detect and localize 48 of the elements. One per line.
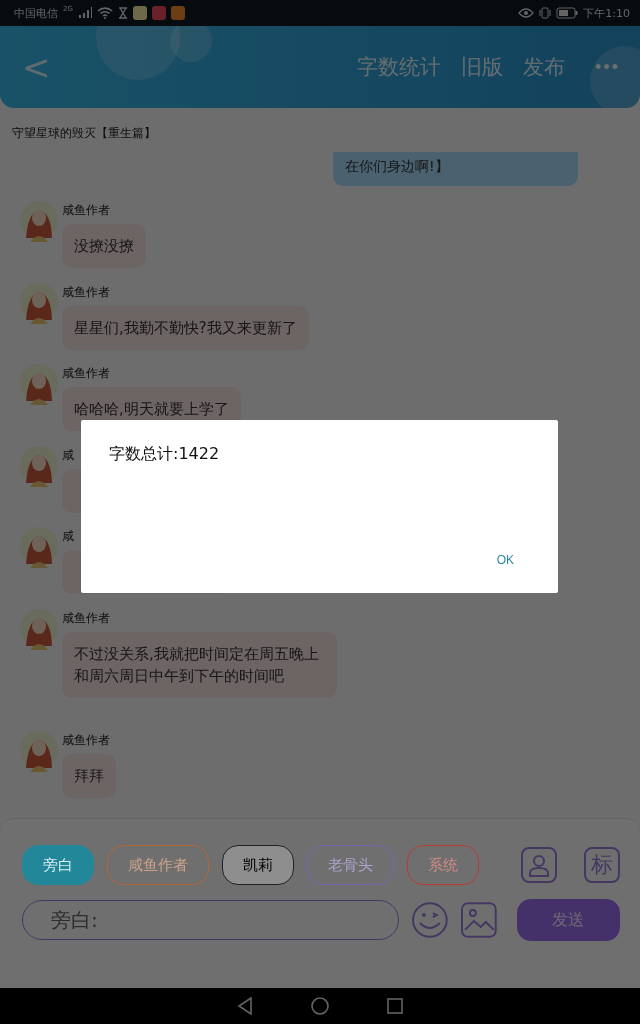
message-input[interactable]: 旁白: [22, 900, 400, 940]
sender-name: 咸鱼作者 [62, 202, 110, 219]
ok-button[interactable]: OK [494, 551, 516, 569]
header-action[interactable]: 字数统计 [357, 53, 442, 81]
emoji-icon[interactable] [411, 901, 450, 939]
role-chip[interactable]: 凯莉 [222, 845, 294, 885]
sender-name: 咸鱼作者 [62, 731, 110, 749]
image-icon[interactable] [461, 902, 497, 938]
sender-name: 咸 [62, 446, 74, 464]
avatar [20, 524, 58, 568]
role-chip[interactable]: 老骨头 [307, 845, 394, 885]
home-icon[interactable] [311, 997, 329, 1015]
message-bubble: 拜拜 [62, 753, 116, 798]
role-chip[interactable]: 咸鱼作者 [107, 845, 209, 885]
hourglass-icon [117, 7, 128, 19]
vibrate-icon [539, 7, 552, 19]
back-button[interactable]: < [22, 47, 51, 87]
dialog-message: 字数总计:1422 [109, 444, 221, 465]
role-chip[interactable]: 系统 [407, 845, 479, 885]
clock: 下午1:10 [583, 5, 630, 21]
story-title: 守望星球的毁灭【重生篇】 [11, 125, 157, 142]
role-chip[interactable]: 旁白 [22, 845, 94, 885]
sender-name: 咸鱼作者 [62, 609, 110, 627]
eye-icon [518, 8, 535, 18]
recents-icon[interactable] [387, 998, 403, 1014]
carrier-name: 中国电信 [14, 5, 58, 21]
signal-icon [77, 7, 92, 19]
sender-name: 咸鱼作者 [62, 283, 110, 301]
avatar [20, 198, 58, 242]
message-bubble: 不过没关系,我就把时间定在周五晚上和周六周日中午到下午的时间吧 [62, 631, 337, 698]
battery-icon [556, 7, 579, 19]
header-action[interactable]: 旧版 [461, 53, 504, 81]
sender-name: 咸鱼作者 [62, 365, 110, 382]
app-icon [151, 6, 166, 20]
message-bubble: 在你们身边啊!】 [333, 152, 578, 186]
message-bubble: 没撩没撩 [62, 224, 146, 268]
person-icon [528, 853, 550, 877]
person-button[interactable] [521, 847, 557, 883]
sender-name: 咸 [62, 528, 74, 545]
avatar [20, 361, 58, 405]
back-icon[interactable] [237, 997, 253, 1015]
wifi-icon [96, 7, 113, 19]
mark-button[interactable]: 标 [584, 847, 620, 883]
more-button[interactable]: ••• [595, 56, 620, 78]
header-action[interactable]: 发布 [523, 53, 566, 81]
app-icon [132, 6, 147, 20]
app-icon [170, 6, 185, 20]
message-bubble: 星星们,我勤不勤快?我又来更新了 [62, 305, 309, 350]
